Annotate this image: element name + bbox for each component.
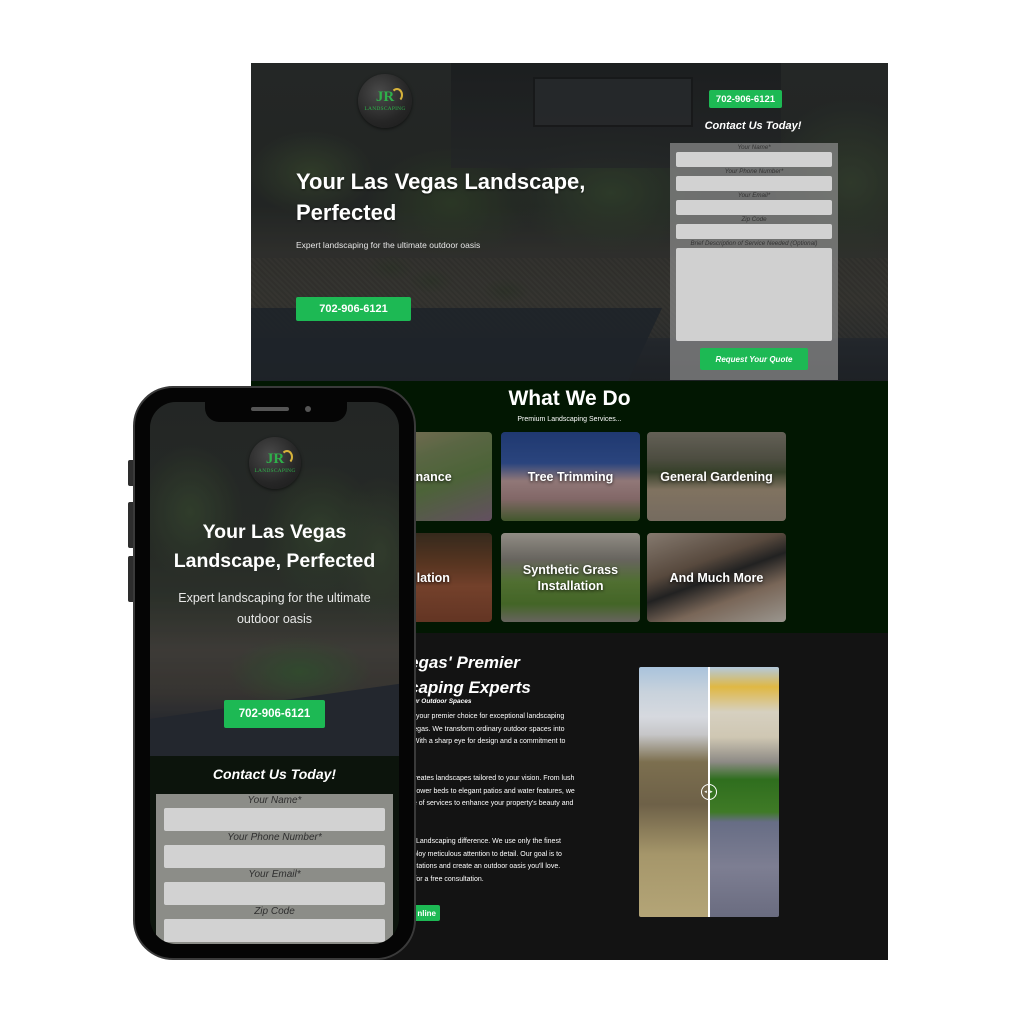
service-tile-label: Synthetic Grass Installation [522,562,619,593]
about-heading: egas' Premier caping Experts [409,653,531,697]
hero-subtitle: Expert landscaping for the ultimate outd… [296,240,481,250]
logo-sun-icon [391,88,404,102]
email-input[interactable] [164,882,385,905]
phone-input[interactable] [676,176,832,191]
logo-initials: JR [376,88,404,105]
name-input[interactable] [676,152,832,167]
mobile-call-button[interactable]: 702-906-6121 [224,700,325,728]
before-after-slider[interactable]: ◂ ▸ [639,667,779,917]
logo-wordmark: LANDSCAPING [364,106,406,112]
zip-label: Zip Code [741,216,767,223]
logo-initials: JR [266,450,294,467]
before-image [639,667,709,917]
mobile-contact-form: Your Name* Your Phone Number* Your Email… [156,794,393,944]
zip-label: Zip Code [254,906,295,917]
service-tile-and-much-more[interactable]: And Much More [647,533,786,622]
site-logo[interactable]: JR LANDSCAPING [358,74,412,128]
service-tile-label: General Gardening [660,469,773,484]
service-tile-label: Tree Trimming [527,469,614,484]
name-label: Your Name* [247,795,302,806]
service-tile-tree-trimming[interactable]: Tree Trimming [501,432,640,521]
contact-form-title: Contact Us Today! [704,120,802,132]
slider-handle-arrows-icon[interactable]: ◂ ▸ [701,784,717,800]
hero-title: Your Las Vegas Landscape, Perfected [296,169,586,225]
mobile-hero-subtitle: Expert landscaping for the ultimate outd… [178,591,371,626]
mobile-contact-title: Contact Us Today! [212,766,337,782]
mobile-contact-section: Contact Us Today! Your Name* Your Phone … [150,756,399,944]
about-paragraph: is your premier choice for exceptional l… [409,713,566,746]
name-input[interactable] [164,808,385,831]
mobile-hero-title: Your Las Vegas Landscape, Perfected [173,521,376,572]
request-quote-button[interactable]: Request Your Quote [700,348,808,370]
mobile-site-logo[interactable]: JR LANDSCAPING [249,437,301,489]
phone-label: Your Phone Number* [724,168,784,175]
phone-camera-icon [305,406,311,412]
zip-input[interactable] [676,224,832,239]
hero-call-button[interactable]: 702-906-6121 [296,297,411,321]
service-tile-synthetic-grass[interactable]: Synthetic Grass Installation [501,533,640,622]
mobile-hero-section: JR LANDSCAPING Your Las Vegas Landscape,… [150,402,399,804]
phone-speaker [251,407,289,411]
header-phone-button[interactable]: 702-906-6121 [709,90,782,108]
logo-wordmark: LANDSCAPING [254,468,296,474]
description-label: Brief Description of Service Needed (Opt… [690,240,818,247]
email-input[interactable] [676,200,832,215]
email-label: Your Email* [248,869,301,880]
name-label: Your Name* [737,144,771,151]
email-label: Your Email* [737,192,771,199]
contact-form: Your Name* Your Phone Number* Your Email… [670,143,838,380]
after-image [709,667,779,917]
service-tile-general-gardening[interactable]: General Gardening [647,432,786,521]
phone-label: Your Phone Number* [227,832,322,843]
hero-section: JR LANDSCAPING Your Las Vegas Landscape,… [251,63,888,398]
logo-sun-icon [281,450,294,464]
about-kicker: our Outdoor Spaces [409,698,472,705]
mobile-site-screen: JR LANDSCAPING Your Las Vegas Landscape,… [150,402,399,944]
phone-input[interactable] [164,845,385,868]
service-tile-label: And Much More [669,570,764,585]
about-paragraph: R Landscaping difference. We use only th… [409,838,562,884]
about-paragraph: creates landscapes tailored to your visi… [409,775,575,808]
description-textarea[interactable] [676,248,832,341]
zip-input[interactable] [164,919,385,942]
phone-notch [205,398,347,422]
